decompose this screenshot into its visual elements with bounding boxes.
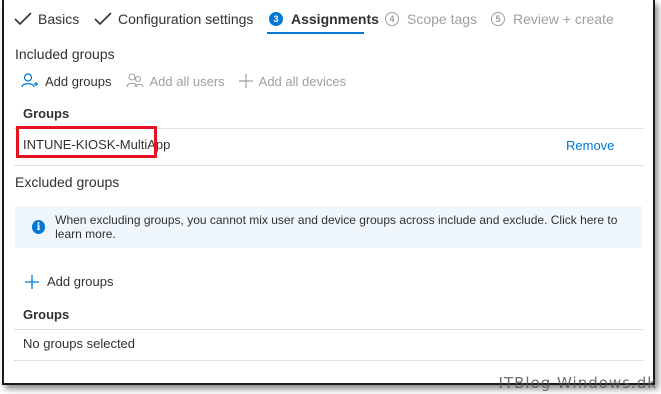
active-step-indicator	[267, 32, 364, 34]
watermark: ITBlog Windows.dk	[498, 374, 657, 392]
empty-state-text: No groups selected	[23, 336, 136, 351]
step-number: 4	[385, 12, 399, 26]
step-basics[interactable]: Basics	[14, 6, 79, 32]
included-groups-column-header: Groups	[23, 106, 70, 121]
remove-link[interactable]: Remove	[566, 138, 614, 153]
info-icon: i	[32, 220, 46, 234]
included-toolbar: Add groups Add all users Add all devices	[21, 72, 360, 90]
add-groups-button[interactable]: Add groups	[21, 72, 112, 90]
add-groups-label: Add groups	[45, 73, 112, 89]
add-all-devices-button[interactable]: Add all devices	[238, 73, 347, 89]
divider	[14, 360, 644, 361]
step-label: Assignments	[291, 11, 379, 27]
step-review-create[interactable]: 5 Review + create	[491, 6, 614, 32]
add-user-icon	[21, 73, 38, 88]
users-icon	[125, 73, 144, 88]
step-label: Review + create	[513, 11, 614, 27]
step-label: Configuration settings	[118, 11, 254, 27]
step-assignments[interactable]: 3 Assignments	[269, 6, 379, 32]
checkmark-icon	[94, 12, 112, 26]
info-message: When excluding groups, you cannot mix us…	[55, 213, 618, 241]
divider	[14, 329, 644, 330]
plus-icon	[238, 74, 253, 88]
checkmark-icon	[14, 12, 32, 26]
highlight-box	[16, 126, 157, 158]
wizard-steps: Basics Configuration settings 3 Assignme…	[4, 0, 653, 38]
excluded-groups-title: Excluded groups	[15, 174, 120, 190]
step-label: Scope tags	[407, 11, 478, 27]
add-all-devices-label: Add all devices	[258, 73, 347, 89]
included-groups-title: Included groups	[15, 46, 115, 62]
step-label: Basics	[38, 11, 80, 27]
add-all-users-button[interactable]: Add all users	[125, 72, 225, 90]
excluded-groups-column-header: Groups	[23, 307, 70, 322]
add-excluded-groups-button[interactable]: Add groups	[25, 274, 114, 289]
step-number: 5	[491, 12, 505, 26]
add-groups-label: Add groups	[47, 274, 114, 289]
step-configuration-settings[interactable]: Configuration settings	[94, 6, 253, 32]
assignments-panel: Basics Configuration settings 3 Assignme…	[2, 0, 655, 385]
divider	[14, 165, 644, 166]
step-scope-tags[interactable]: 4 Scope tags	[385, 6, 477, 32]
add-all-users-label: Add all users	[149, 73, 225, 89]
step-number: 3	[269, 12, 283, 26]
info-banner[interactable]: i When excluding groups, you cannot mix …	[15, 206, 642, 248]
plus-icon	[25, 274, 39, 289]
